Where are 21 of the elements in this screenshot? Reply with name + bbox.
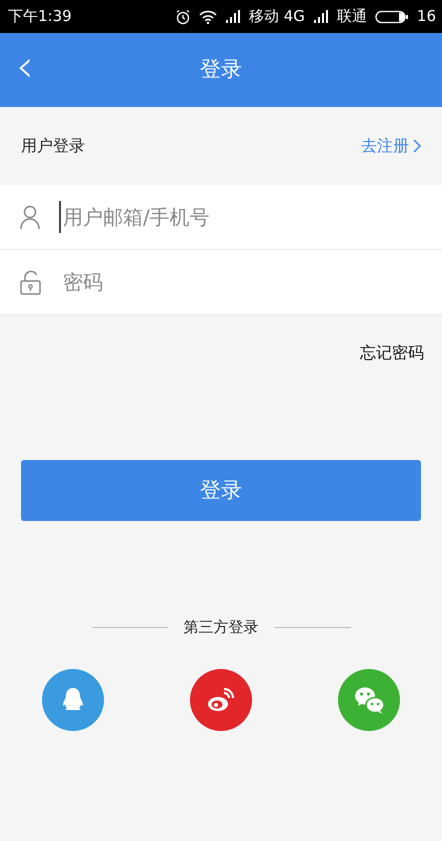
text-input[interactable]: 用户邮箱/手机号	[59, 201, 424, 233]
section-heading: 第三方登录	[184, 617, 258, 638]
forgot-password-link[interactable]: 忘记密码	[360, 341, 424, 365]
section-title: 用户登录	[21, 135, 85, 157]
status-time: 下午1:39	[8, 6, 72, 28]
register-link[interactable]: 去注册	[361, 134, 421, 158]
password-field[interactable]: 密码	[0, 250, 442, 315]
carrier-name: 移动 4G	[248, 6, 305, 28]
screen-title: 登录	[200, 56, 242, 84]
login-button[interactable]: 登录	[21, 460, 421, 521]
battery-level: 16	[416, 6, 436, 28]
lock-icon	[18, 268, 43, 296]
carrier-name: 联通	[336, 6, 367, 28]
signal-icon	[224, 10, 241, 23]
battery-icon	[374, 10, 409, 24]
chevron-right-icon	[413, 139, 421, 153]
alarm-clock-icon	[174, 8, 191, 24]
wifi-icon	[198, 10, 217, 24]
back-button[interactable]: ‹	[0, 45, 42, 95]
account-field[interactable]: 用户邮箱/手机号	[0, 185, 442, 250]
signal-icon	[312, 10, 329, 23]
